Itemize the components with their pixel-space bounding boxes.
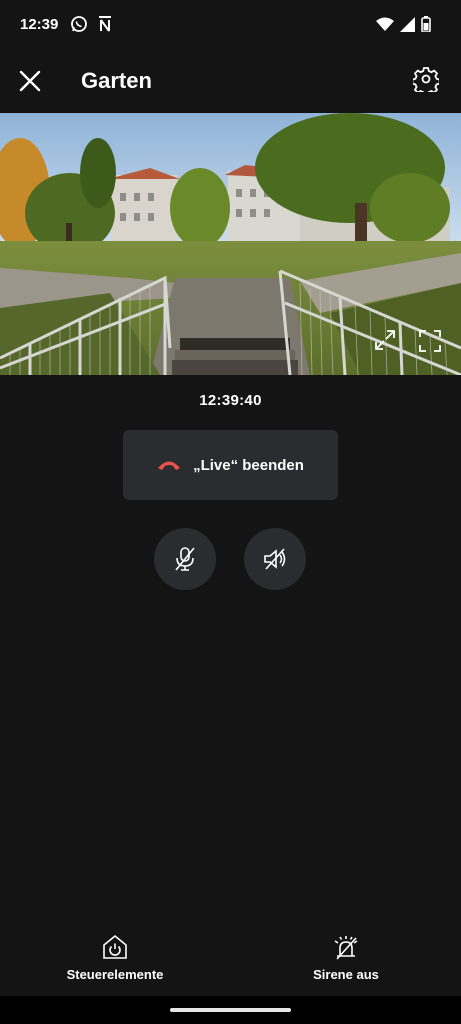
mic-off-icon [175, 547, 195, 571]
mute-speaker-button[interactable] [244, 528, 306, 590]
close-icon [19, 70, 41, 92]
close-button[interactable] [14, 65, 46, 97]
nav-siren-label: Sirene aus [313, 967, 379, 982]
bottom-nav: Steuerelemente Sirene aus [0, 930, 461, 996]
expand-arrows-icon [375, 330, 395, 350]
wifi-icon [376, 17, 394, 36]
end-live-button[interactable]: „Live“ beenden [123, 430, 338, 500]
hang-up-icon [158, 461, 181, 470]
app-bar: Garten [0, 54, 461, 112]
home-power-icon [103, 934, 127, 959]
fullscreen-icon [419, 330, 441, 352]
nav-controls-label: Steuerelemente [66, 967, 164, 982]
status-bar: 12:39 [0, 0, 461, 50]
settings-button[interactable] [411, 66, 443, 97]
whatsapp-icon [70, 15, 88, 38]
stairs [172, 338, 298, 375]
page-title: Garten [81, 68, 152, 93]
video-timestamp: 12:39:40 [199, 392, 262, 409]
speaker-off-icon [264, 548, 286, 570]
nav-siren[interactable]: Sirene aus [261, 930, 431, 984]
gesture-handle[interactable] [170, 1008, 291, 1012]
gear-icon [411, 67, 441, 97]
battery-icon [421, 16, 431, 37]
expand-button[interactable] [374, 329, 396, 351]
siren-off-icon [334, 936, 358, 960]
nav-controls[interactable]: Steuerelemente [30, 930, 200, 984]
system-gesture-bar [0, 996, 461, 1024]
mute-microphone-button[interactable] [154, 528, 216, 590]
signal-icon [400, 16, 415, 37]
notion-icon [98, 15, 112, 38]
end-live-label: „Live“ beenden [193, 456, 304, 474]
status-time: 12:39 [20, 16, 59, 33]
fullscreen-button[interactable] [418, 329, 442, 353]
